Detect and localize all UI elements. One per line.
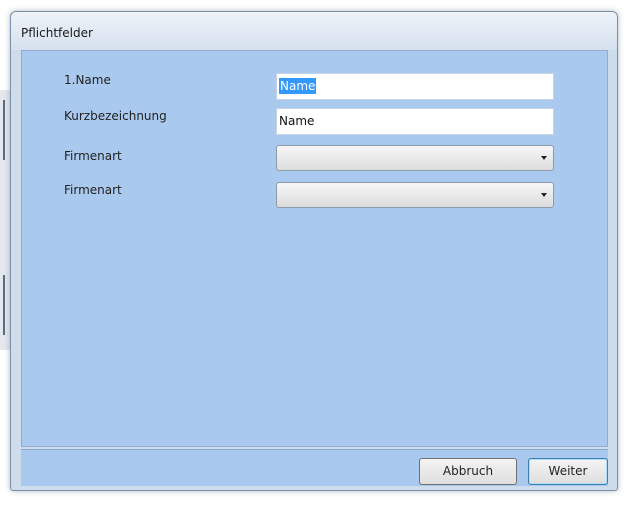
dialog-titlebar[interactable]: Pflichtfelder — [11, 12, 617, 50]
dialog-window: Pflichtfelder 1.Name Name Kurzbezeichnun… — [10, 11, 618, 491]
short-name-field-value: Name — [279, 114, 315, 128]
company-type-label-2: Firmenart — [64, 183, 122, 197]
cancel-button[interactable]: Abbruch — [419, 458, 517, 485]
name-field-value: Name — [279, 78, 317, 94]
name-field[interactable]: Name — [276, 73, 554, 100]
company-type-dropdown[interactable] — [276, 145, 554, 171]
background-window-edge — [3, 275, 5, 335]
dialog-footer — [21, 449, 608, 486]
short-name-field[interactable]: Name — [276, 108, 554, 135]
next-button[interactable]: Weiter — [528, 458, 608, 485]
company-type-dropdown-2[interactable] — [276, 182, 554, 208]
background-window-edge — [3, 100, 5, 160]
dialog-title: Pflichtfelder — [21, 26, 93, 40]
company-type-label: Firmenart — [64, 149, 122, 163]
name-label: 1.Name — [64, 73, 111, 87]
chevron-down-icon — [541, 193, 547, 197]
chevron-down-icon — [541, 156, 547, 160]
form-panel: 1.Name Name Kurzbezeichnung Name Firmena… — [21, 50, 608, 447]
background-window-strip — [0, 90, 10, 350]
short-name-label: Kurzbezeichnung — [64, 109, 167, 123]
